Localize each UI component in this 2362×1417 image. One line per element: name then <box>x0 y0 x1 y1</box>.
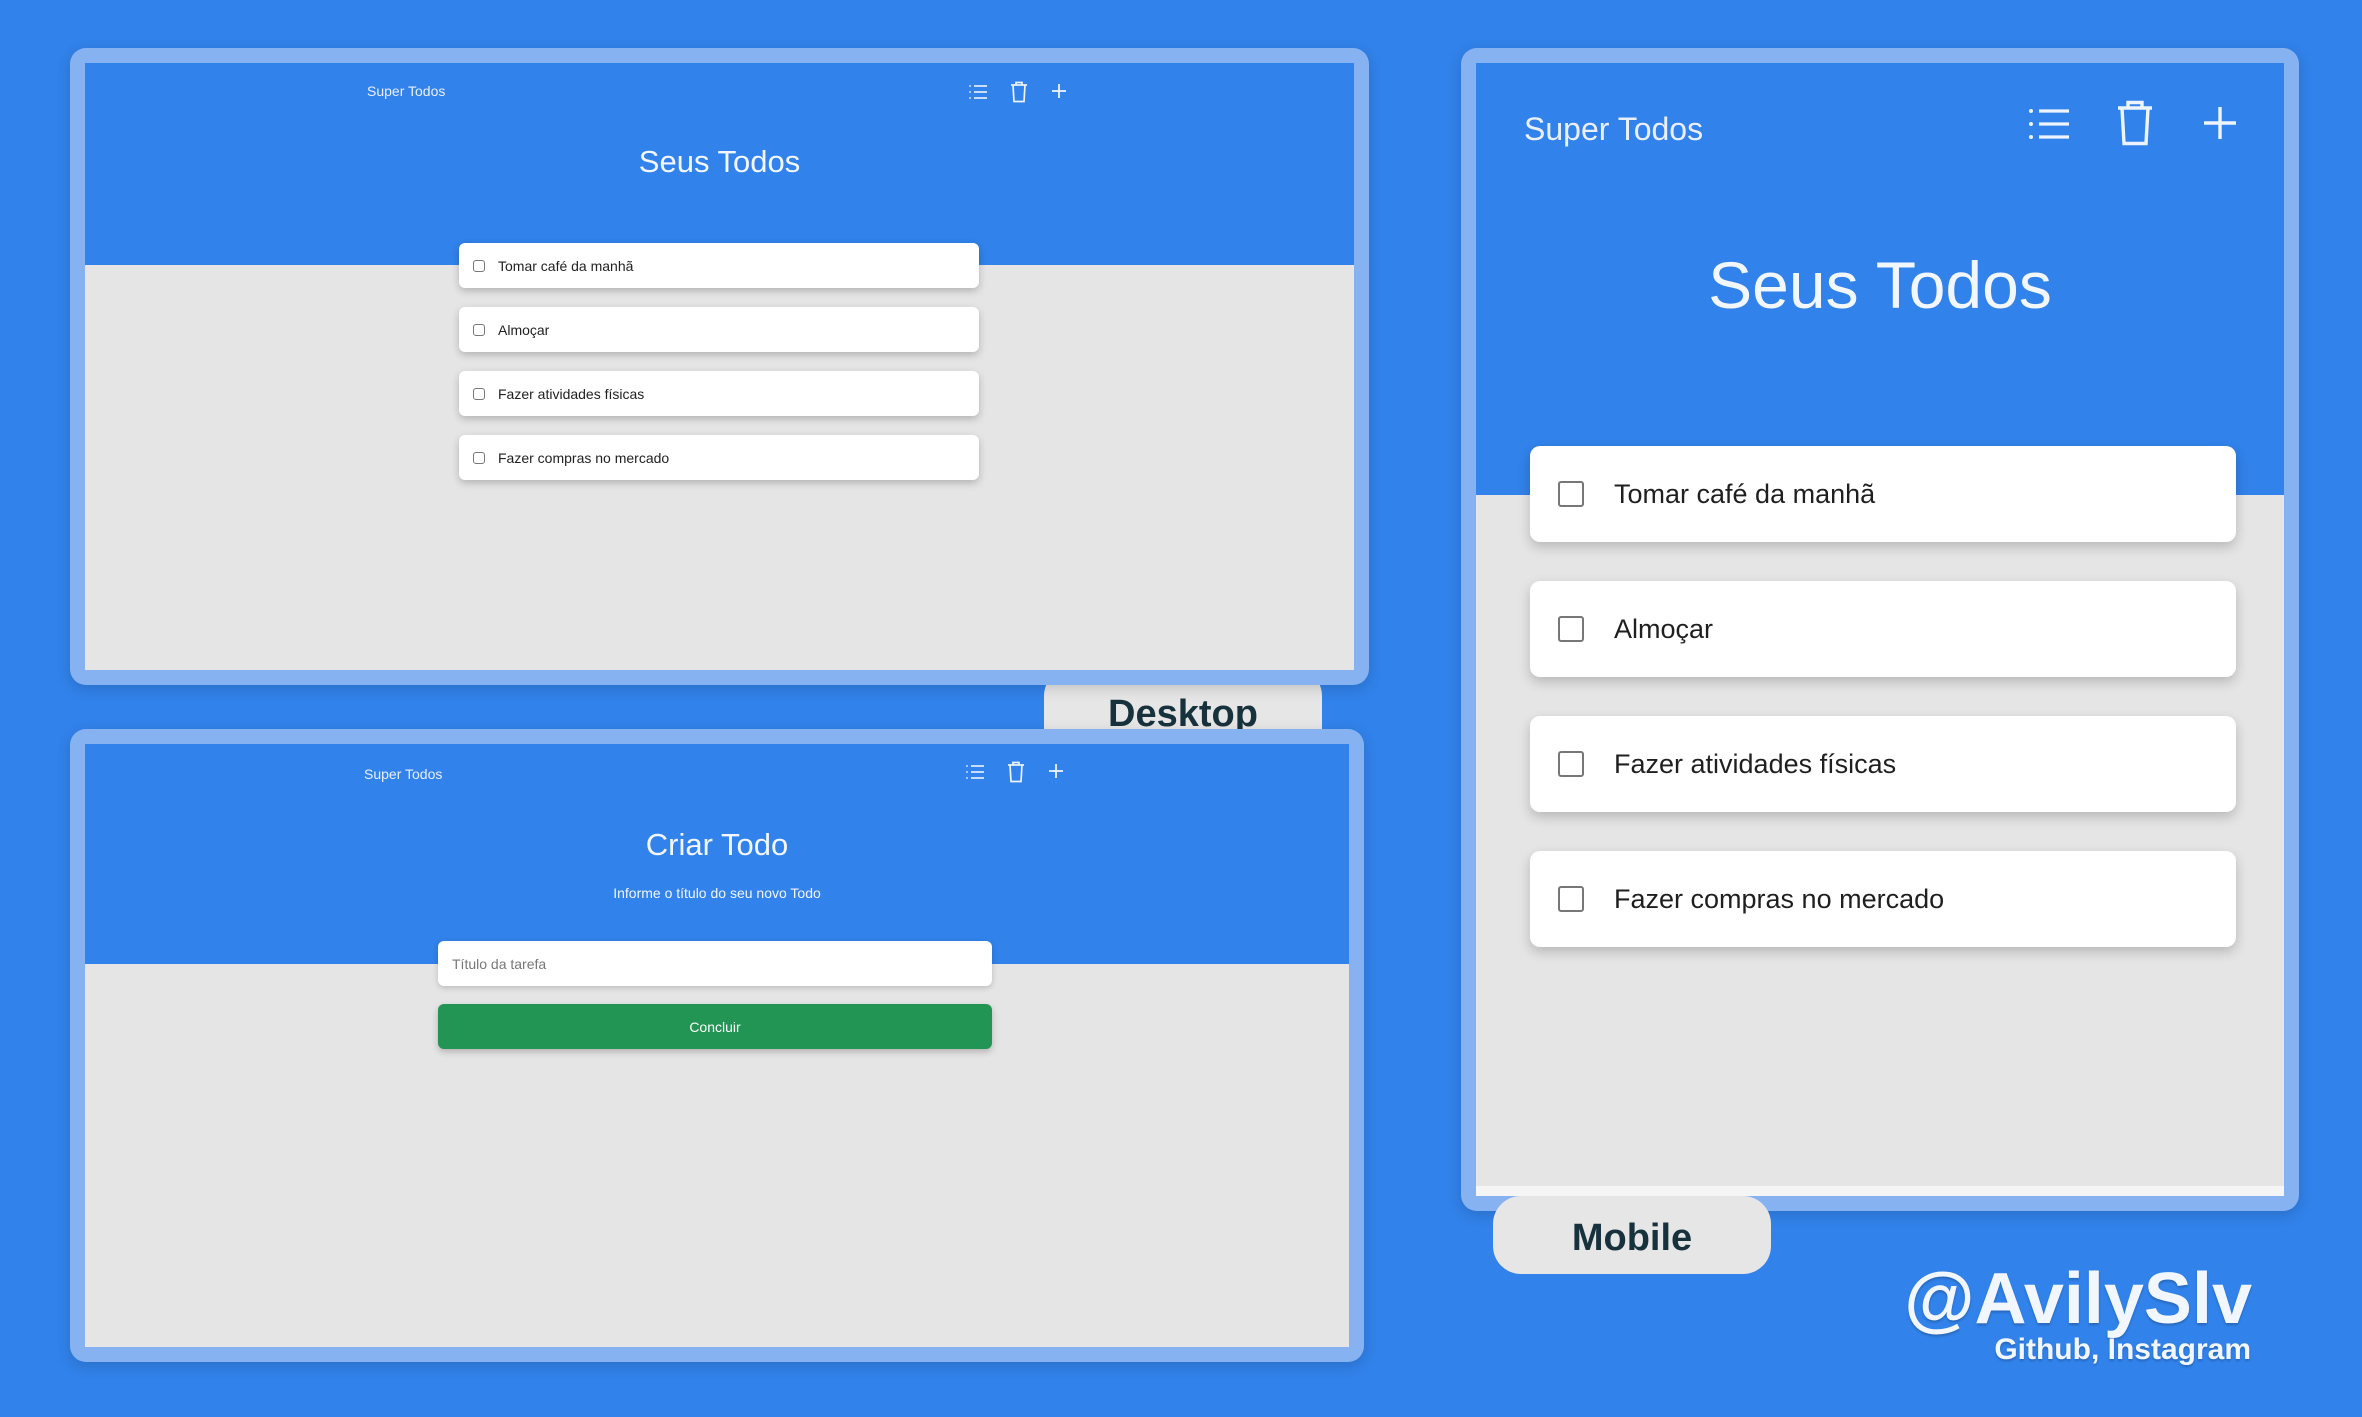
desktop-list-mockup: Super Todos Seus Todos Tomar café da man… <box>70 48 1369 685</box>
todo-label: Fazer atividades físicas <box>498 385 645 402</box>
task-title-input[interactable] <box>452 955 992 972</box>
mobile-list-mockup: Super Todos Seus Todos Tomar café da man… <box>1461 48 2299 1211</box>
task-title-field[interactable] <box>438 941 992 986</box>
plus-icon[interactable] <box>1047 79 1071 103</box>
submit-button[interactable]: Concluir <box>438 1004 992 1049</box>
todo-checkbox[interactable] <box>473 259 485 272</box>
todo-item[interactable]: Almoçar <box>1530 581 2236 677</box>
page-title: Seus Todos <box>638 144 801 179</box>
todo-checkbox[interactable] <box>473 387 485 400</box>
mobile-list-screen: Super Todos Seus Todos Tomar café da man… <box>1476 63 2284 1196</box>
todo-label: Almoçar <box>1614 613 1714 644</box>
author-platforms: Github, Instagram <box>1994 1333 2251 1366</box>
todo-item[interactable]: Almoçar <box>459 307 979 352</box>
list-icon[interactable] <box>2024 99 2074 149</box>
desktop-create-screen: Super Todos Criar Todo Informe o título … <box>85 744 1349 1347</box>
list-icon[interactable] <box>965 79 991 105</box>
plus-icon[interactable] <box>1044 759 1068 783</box>
desktop-list-screen: Super Todos Seus Todos Tomar café da man… <box>85 63 1354 670</box>
todo-checkbox[interactable] <box>1558 481 1584 507</box>
list-icon[interactable] <box>962 759 988 785</box>
trash-icon[interactable] <box>1006 78 1032 106</box>
todo-checkbox[interactable] <box>1558 751 1584 777</box>
page-title: Seus Todos <box>1708 248 2052 322</box>
trash-icon[interactable] <box>2110 95 2160 151</box>
todo-label: Tomar café da manhã <box>1614 478 1876 509</box>
todo-item[interactable]: Fazer compras no mercado <box>1530 851 2236 947</box>
todo-label: Almoçar <box>498 321 550 338</box>
todo-checkbox[interactable] <box>473 323 485 336</box>
todo-item[interactable]: Fazer atividades físicas <box>459 371 979 416</box>
todo-label: Fazer compras no mercado <box>498 449 670 466</box>
page-subtitle: Informe o título do seu novo Todo <box>613 885 821 901</box>
todo-item[interactable]: Tomar café da manhã <box>1530 446 2236 542</box>
plus-icon[interactable] <box>2196 99 2244 147</box>
page-title: Criar Todo <box>645 827 789 862</box>
todo-item[interactable]: Tomar café da manhã <box>459 243 979 288</box>
app-title: Super Todos <box>1524 111 1704 147</box>
bottom-bar <box>1476 1186 2284 1196</box>
todo-checkbox[interactable] <box>1558 616 1584 642</box>
desktop-create-mockup: Super Todos Criar Todo Informe o título … <box>70 729 1364 1362</box>
author-handle: @AvilySlv <box>1904 1259 2252 1339</box>
todo-label: Fazer compras no mercado <box>1614 883 1945 914</box>
trash-icon[interactable] <box>1003 758 1029 786</box>
todo-item[interactable]: Fazer atividades físicas <box>1530 716 2236 812</box>
todo-label: Tomar café da manhã <box>498 257 634 274</box>
app-title: Super Todos <box>367 83 446 99</box>
todo-checkbox[interactable] <box>473 451 485 464</box>
mobile-label: Mobile <box>1493 1196 1771 1274</box>
todo-item[interactable]: Fazer compras no mercado <box>459 435 979 480</box>
app-title: Super Todos <box>364 766 443 782</box>
todo-checkbox[interactable] <box>1558 886 1584 912</box>
todo-label: Fazer atividades físicas <box>1614 748 1897 779</box>
